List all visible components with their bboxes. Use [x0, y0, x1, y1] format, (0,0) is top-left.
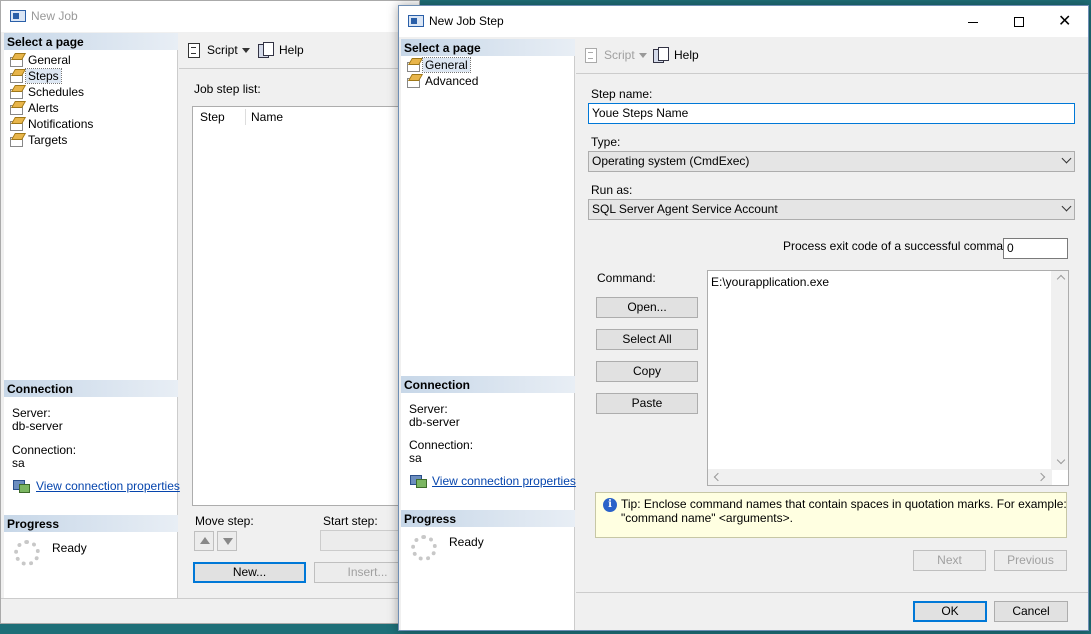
command-text: E:\yourapplication.exe: [711, 275, 830, 289]
server-label: Server:: [409, 402, 448, 416]
column-header-step[interactable]: Step: [200, 110, 225, 124]
step-name-label: Step name:: [591, 87, 653, 101]
help-button[interactable]: Help: [652, 45, 702, 65]
ok-button[interactable]: OK: [913, 601, 987, 622]
page-icon: [8, 85, 24, 99]
chevron-down-icon: [1061, 153, 1072, 164]
chevron-down-icon: [1061, 201, 1072, 212]
progress-spinner-icon: [411, 535, 437, 561]
open-button[interactable]: Open...: [596, 297, 698, 318]
exit-code-input[interactable]: 0: [1003, 238, 1068, 259]
type-label: Type:: [591, 135, 621, 149]
select-page-header: Select a page: [401, 39, 575, 56]
next-button[interactable]: Next: [913, 550, 986, 571]
new-job-titlebar: New Job: [1, 1, 419, 32]
page-icon: [8, 53, 24, 67]
page-icon: [405, 74, 421, 88]
command-label: Command:: [597, 271, 656, 285]
connection-properties-icon: [410, 473, 427, 488]
view-connection-properties-link[interactable]: View connection properties: [432, 474, 576, 488]
maximize-button[interactable]: [996, 11, 1042, 33]
server-value: db-server: [12, 419, 63, 433]
connection-value: sa: [409, 451, 422, 465]
run-as-dropdown[interactable]: SQL Server Agent Service Account: [588, 199, 1075, 220]
progress-header: Progress: [4, 515, 178, 532]
server-label: Server:: [12, 406, 51, 420]
maximize-icon: [1014, 17, 1024, 27]
close-button[interactable]: ✕: [1042, 11, 1088, 33]
progress-header: Progress: [401, 510, 575, 527]
connection-label: Connection:: [12, 443, 77, 457]
script-dropdown-icon[interactable]: [639, 53, 647, 58]
command-textarea[interactable]: E:\yourapplication.exe: [707, 270, 1069, 486]
connection-value: sa: [12, 456, 25, 470]
move-step-label: Move step:: [195, 514, 254, 528]
server-value: db-server: [409, 415, 460, 429]
run-as-selected-value: SQL Server Agent Service Account: [592, 202, 778, 216]
tip-text-line1: Tip: Enclose command names that contain …: [621, 497, 1067, 511]
footer-separator: [576, 592, 1088, 593]
step-name-input[interactable]: Youe Steps Name: [588, 103, 1075, 124]
minimize-button[interactable]: [950, 11, 996, 33]
script-dropdown-icon[interactable]: [242, 48, 250, 53]
connection-label: Connection:: [409, 438, 474, 452]
move-up-button[interactable]: [194, 531, 214, 551]
select-all-button[interactable]: Select All: [596, 329, 698, 350]
connection-header: Connection: [4, 380, 178, 397]
job-step-list-label: Job step list:: [194, 82, 261, 96]
job-step-list[interactable]: Step Name: [192, 106, 421, 506]
arrow-up-icon: [200, 537, 210, 544]
dialog-titlebar: New Job Step ✕: [399, 6, 1088, 37]
new-job-window: New Job Select a page General Steps Sche…: [0, 0, 421, 624]
info-icon: i: [603, 498, 617, 512]
help-icon: [652, 47, 669, 63]
app-icon: [10, 10, 26, 22]
run-as-label: Run as:: [591, 183, 633, 197]
tip-box: i Tip: Enclose command names that contai…: [595, 492, 1067, 538]
page-icon: [405, 58, 421, 72]
select-page-header: Select a page: [4, 33, 178, 50]
new-job-step-dialog: New Job Step ✕ Select a page General Adv…: [398, 5, 1089, 631]
type-dropdown[interactable]: Operating system (CmdExec): [588, 151, 1075, 172]
previous-button[interactable]: Previous: [994, 550, 1067, 571]
footer-separator: [1, 598, 421, 599]
script-icon: [185, 42, 201, 58]
page-icon: [8, 69, 24, 83]
paste-button[interactable]: Paste: [596, 393, 698, 414]
progress-spinner-icon: [14, 540, 40, 566]
column-divider: [245, 109, 246, 125]
dialog-title: New Job Step: [429, 14, 504, 28]
page-icon: [8, 133, 24, 147]
page-selector-panel: Select a page General Steps Schedules Al…: [4, 33, 180, 598]
app-icon: [408, 15, 424, 27]
copy-button[interactable]: Copy: [596, 361, 698, 382]
exit-code-label: Process exit code of a successful comman…: [783, 239, 1020, 253]
dialog-page-selector-panel: Select a page General Advanced Connectio…: [401, 39, 576, 630]
arrow-down-icon: [223, 538, 233, 545]
progress-status: Ready: [449, 535, 484, 549]
minimize-icon: [968, 22, 978, 23]
close-icon: ✕: [1058, 13, 1072, 30]
page-icon: [8, 101, 24, 115]
view-connection-properties-link[interactable]: View connection properties: [36, 479, 180, 493]
start-step-label: Start step:: [323, 514, 378, 528]
toolbar-separator: [179, 68, 421, 69]
cancel-button[interactable]: Cancel: [994, 601, 1068, 622]
help-button[interactable]: Help: [257, 40, 307, 60]
connection-properties-icon: [13, 478, 30, 493]
script-icon: [582, 47, 598, 63]
horizontal-scrollbar[interactable]: [708, 469, 1052, 485]
page-icon: [8, 117, 24, 131]
connection-header: Connection: [401, 376, 575, 393]
window-title: New Job: [31, 9, 78, 23]
tip-text-line2: "command name" <arguments>.: [621, 511, 793, 525]
vertical-scrollbar[interactable]: [1051, 271, 1068, 470]
column-header-name[interactable]: Name: [251, 110, 283, 124]
move-down-button[interactable]: [217, 531, 237, 551]
type-selected-value: Operating system (CmdExec): [592, 154, 750, 168]
toolbar-separator: [576, 73, 1088, 74]
help-icon: [257, 42, 274, 58]
new-step-button[interactable]: New...: [193, 562, 306, 583]
progress-status: Ready: [52, 541, 87, 555]
